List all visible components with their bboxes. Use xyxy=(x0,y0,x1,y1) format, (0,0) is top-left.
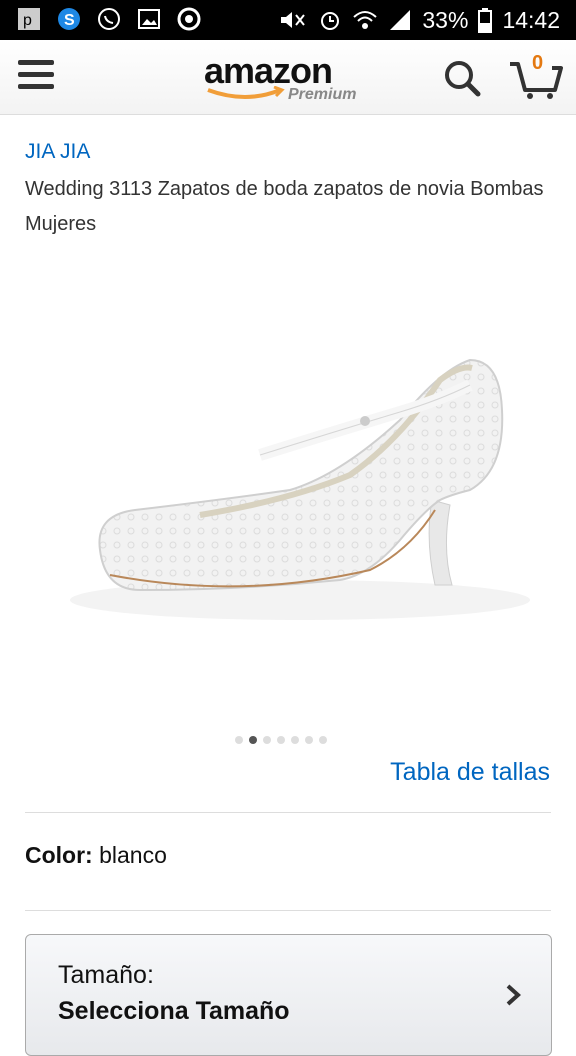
carousel-dot[interactable] xyxy=(305,736,313,744)
carousel-dot[interactable] xyxy=(235,736,243,744)
battery-percent: 33% xyxy=(422,6,469,33)
gallery-icon xyxy=(136,6,162,32)
alarm-icon xyxy=(321,12,340,30)
circle-app-icon xyxy=(176,6,202,32)
notification-icons: p S xyxy=(16,6,202,32)
divider xyxy=(25,910,551,911)
app-header: amazon Premium 0 xyxy=(0,40,576,115)
brand-link[interactable]: JIA JIA xyxy=(25,140,90,164)
product-image[interactable] xyxy=(40,300,540,660)
product-title: Wedding 3113 Zapatos de boda zapatos de … xyxy=(25,178,544,235)
status-right: 33% 14:42 xyxy=(278,0,560,40)
p-icon: p xyxy=(16,6,42,32)
color-row: Color: blanco xyxy=(25,842,167,869)
carousel-dot[interactable] xyxy=(277,736,285,744)
size-label: Tamaño: xyxy=(58,961,154,989)
cart-button[interactable]: 0 xyxy=(508,52,564,100)
menu-icon[interactable] xyxy=(18,60,54,94)
size-selector-button[interactable]: Tamaño: Selecciona Tamaño xyxy=(25,934,552,1056)
battery-icon xyxy=(478,8,493,33)
divider xyxy=(25,812,551,813)
skype-icon: S xyxy=(56,6,82,32)
size-chart-link[interactable]: Tabla de tallas xyxy=(390,758,550,787)
color-label: Color: xyxy=(25,842,93,868)
cart-count: 0 xyxy=(532,52,544,74)
size-value: Selecciona Tamaño xyxy=(58,997,290,1025)
color-value: blanco xyxy=(99,842,167,868)
logo-premium: Premium xyxy=(288,86,357,103)
carousel-dot[interactable] xyxy=(319,736,327,744)
status-bar: p S 33% 14:42 xyxy=(0,0,576,40)
whatsapp-icon xyxy=(96,6,122,32)
svg-text:S: S xyxy=(64,12,75,29)
amazon-logo[interactable]: amazon Premium xyxy=(196,50,386,108)
svg-text:p: p xyxy=(23,12,32,29)
carousel-dot[interactable] xyxy=(263,736,271,744)
logo-smile-icon xyxy=(207,86,285,99)
wifi-icon xyxy=(353,11,378,29)
signal-icon xyxy=(390,10,411,30)
search-icon[interactable] xyxy=(442,58,482,98)
image-carousel-dots xyxy=(235,736,327,744)
chevron-right-icon xyxy=(506,984,521,1006)
mute-icon xyxy=(281,12,306,28)
carousel-dot[interactable] xyxy=(291,736,299,744)
clock: 14:42 xyxy=(502,6,560,33)
carousel-dot-active[interactable] xyxy=(249,736,257,744)
